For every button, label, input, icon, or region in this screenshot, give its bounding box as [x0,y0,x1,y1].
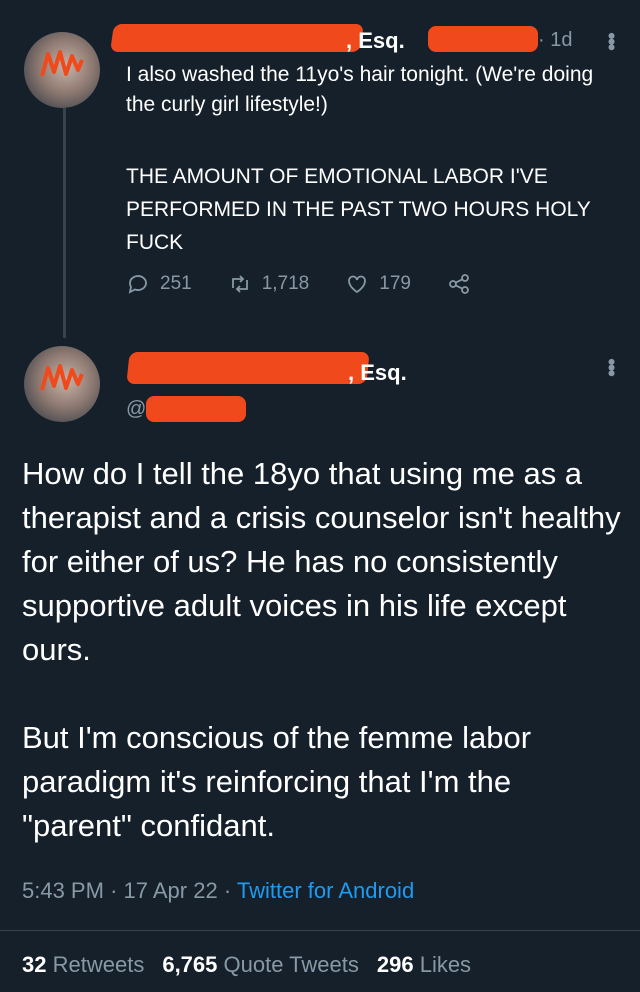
quotes-stat[interactable]: 6,765 Quote Tweets [162,952,359,978]
scribble-overlay [40,50,84,77]
tweet-timestamp: 5:43 PM · 17 Apr 22 · Twitter for Androi… [22,878,414,904]
reply-button[interactable]: 251 [126,272,192,296]
quotes-label: Quote Tweets [223,952,359,977]
tweet-text-caps: THE AMOUNT OF EMOTIONAL LABOR I'VE PERFO… [126,165,591,254]
share-icon [449,274,469,294]
tweet-paragraph: How do I tell the 18yo that using me as … [22,456,621,667]
reply-icon [128,275,147,294]
more-options-icon[interactable]: ••• [598,358,624,375]
retweet-count: 1,718 [261,273,310,294]
divider [0,930,640,931]
redacted-handle [428,26,538,52]
engagement-stats: 32 Retweets 6,765 Quote Tweets 296 Likes [22,952,471,978]
share-button[interactable] [447,272,471,296]
separator: · [110,878,124,903]
scribble-overlay [40,364,84,391]
like-count: 179 [379,273,411,294]
thread-line [63,108,66,338]
separator: · [223,878,237,903]
display-name-suffix: , Esq. [348,360,407,385]
tweet-text: I also washed the 11yo's hair tonight. (… [126,63,594,116]
likes-stat[interactable]: 296 Likes [377,952,471,978]
likes-label: Likes [419,952,472,977]
like-button[interactable]: 179 [345,272,411,296]
redacted-name [110,24,364,52]
redacted-name [126,352,370,384]
action-bar: 251 1,718 179 [126,272,507,296]
retweets-count: 32 [22,952,47,977]
avatar-main[interactable] [24,346,100,422]
display-name-suffix: , Esq. [346,28,405,53]
tweet-paragraph: But I'm conscious of the femme labor par… [22,720,532,843]
avatar[interactable] [24,32,100,108]
retweet-button[interactable]: 1,718 [228,272,310,296]
tweet-date[interactable]: 17 Apr 22 [124,878,218,903]
heart-icon [348,275,367,294]
retweets-label: Retweets [52,952,145,977]
tweet-body: How do I tell the 18yo that using me as … [22,452,622,848]
redacted-handle [146,396,246,422]
tweet-source-link[interactable]: Twitter for Android [237,878,414,903]
more-options-icon[interactable]: ••• [598,32,624,49]
retweets-stat[interactable]: 32 Retweets [22,952,144,978]
tweet-age[interactable]: · 1d [538,29,572,52]
tweet-time[interactable]: 5:43 PM [22,878,104,903]
likes-count: 296 [376,952,414,977]
retweet-icon [231,275,248,293]
quotes-count: 6,765 [162,952,218,977]
handle-prefix: @ [126,398,147,420]
reply-count: 251 [160,273,192,294]
